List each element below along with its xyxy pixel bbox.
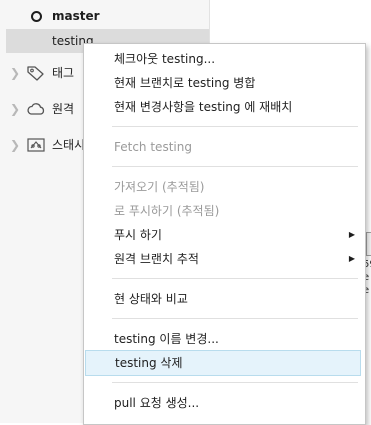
menu-item-create-pull-request[interactable]: pull 요청 생성... [84, 391, 365, 415]
branch-label: master [52, 9, 100, 23]
tag-icon [26, 65, 46, 81]
menu-separator [112, 126, 358, 127]
cloud-icon [26, 101, 46, 117]
menu-item-diff[interactable]: 현 상태와 비교 [84, 287, 365, 311]
menu-separator [112, 166, 358, 167]
chevron-right-icon[interactable]: ❯ [10, 97, 20, 121]
sidebar-section-label: 스태시 [52, 138, 86, 152]
chevron-right-icon[interactable]: ❯ [10, 61, 20, 85]
menu-item-label: 현재 변경사항을 testing 에 재배치 [114, 100, 293, 114]
menu-item-fetch[interactable]: Fetch testing [84, 135, 365, 159]
menu-item-label: 현 상태와 비교 [114, 292, 188, 306]
menu-item-rebase[interactable]: 현재 변경사항을 testing 에 재배치 [84, 95, 365, 119]
branch-context-menu: 체크아웃 testing... 현재 브랜치로 testing 병합 현재 변경… [83, 43, 366, 425]
submenu-arrow-icon: ▶ [348, 230, 355, 239]
menu-item-label: 가져오기 (추적됨) [114, 180, 205, 194]
menu-item-merge[interactable]: 현재 브랜치로 testing 병합 [84, 71, 365, 95]
menu-item-rename[interactable]: testing 이름 변경... [84, 327, 365, 351]
menu-item-push-to[interactable]: 푸시 하기 ▶ [84, 223, 365, 247]
menu-item-label: 원격 브랜치 추적 [114, 252, 199, 266]
menu-item-delete[interactable]: testing 삭제 [85, 350, 361, 376]
menu-separator [112, 278, 358, 279]
menu-separator [112, 382, 358, 383]
menu-item-push-tracked[interactable]: 로 푸시하기 (추적됨) [84, 199, 365, 223]
menu-item-label: 체크아웃 testing... [114, 52, 216, 66]
menu-item-label: testing 삭제 [115, 356, 183, 370]
menu-item-label: pull 요청 생성... [114, 396, 200, 410]
menu-item-checkout[interactable]: 체크아웃 testing... [84, 47, 365, 71]
chevron-right-icon[interactable]: ❯ [10, 133, 20, 157]
menu-item-pull-tracked[interactable]: 가져오기 (추적됨) [84, 175, 365, 199]
submenu-arrow-icon: ▶ [348, 254, 355, 263]
menu-item-label: 로 푸시하기 (추적됨) [114, 204, 220, 218]
background-panel-edge [366, 232, 371, 256]
menu-item-label: 현재 브랜치로 testing 병합 [114, 76, 256, 90]
sidebar-section-label: 원격 [52, 102, 75, 116]
menu-item-track-remote[interactable]: 원격 브랜치 추적 ▶ [84, 247, 365, 271]
stash-icon [26, 137, 46, 153]
menu-separator [112, 318, 358, 319]
current-branch-icon [31, 11, 42, 22]
menu-item-label: testing 이름 변경... [114, 332, 219, 346]
sidebar-section-label: 태그 [52, 66, 75, 80]
menu-item-label: Fetch testing [114, 140, 192, 154]
menu-item-label: 푸시 하기 [114, 228, 162, 242]
branch-item-master[interactable]: master [0, 4, 209, 28]
